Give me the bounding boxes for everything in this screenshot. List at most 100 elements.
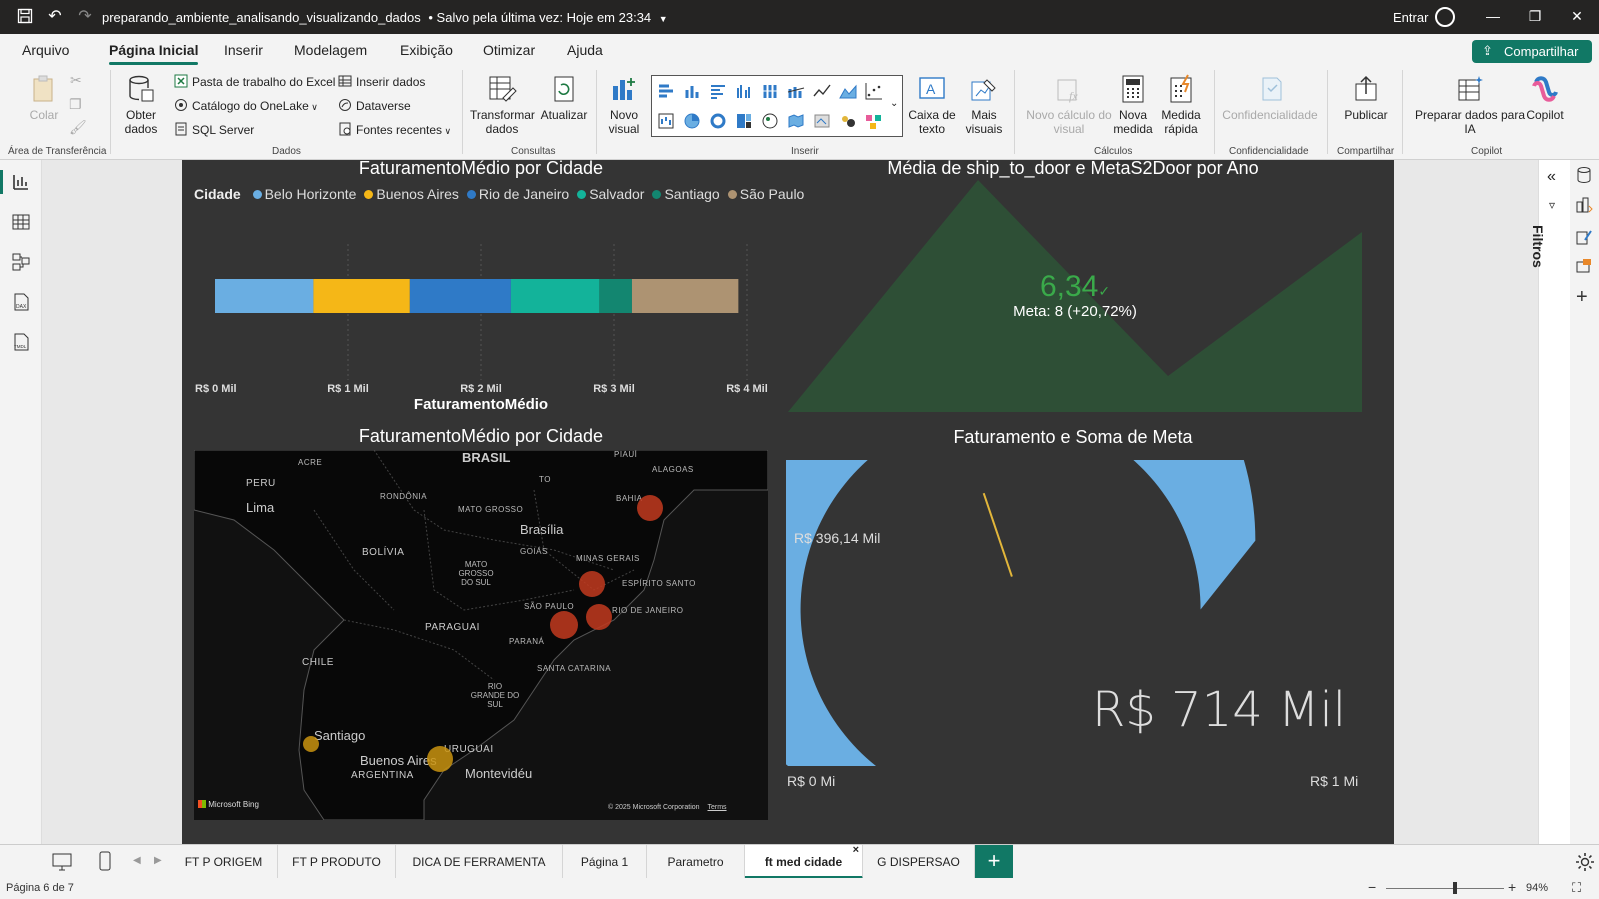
- new-visual-calc-button[interactable]: fx Novo cálculo do visual: [1024, 74, 1114, 136]
- more-visuals-button[interactable]: Mais visuais: [960, 74, 1008, 136]
- legend-item[interactable]: Belo Horizonte: [252, 186, 356, 202]
- onelake-catalog-button[interactable]: Catálogo do OneLake ∨: [174, 98, 318, 113]
- chevron-down-icon[interactable]: ▼: [659, 14, 668, 24]
- map-bubble[interactable]: [427, 746, 453, 772]
- signin-link[interactable]: Entrar: [1393, 10, 1428, 25]
- waterfall-chart-icon[interactable]: [657, 112, 675, 130]
- redo-icon[interactable]: ↷: [76, 8, 94, 26]
- new-visual-button[interactable]: Novo visual: [604, 74, 644, 136]
- add-page-button[interactable]: +: [975, 845, 1013, 879]
- line-chart-icon[interactable]: [813, 82, 831, 100]
- text-box-button[interactable]: A Caixa de texto: [908, 74, 956, 136]
- tab-modelagem[interactable]: Modelagem: [294, 42, 367, 58]
- area-chart-icon[interactable]: [839, 82, 857, 100]
- table-view-icon[interactable]: [11, 212, 31, 232]
- filled-map-icon[interactable]: [787, 112, 805, 130]
- bar-segment[interactable]: [215, 279, 314, 313]
- quick-measure-button[interactable]: Medida rápida: [1158, 74, 1204, 136]
- donut-chart-icon[interactable]: [709, 112, 727, 130]
- clustered-column-chart-icon[interactable]: [735, 82, 753, 100]
- minimize-icon[interactable]: —: [1484, 8, 1502, 24]
- legend-item[interactable]: Buenos Aires: [364, 186, 459, 202]
- bar-chart[interactable]: R$ 0 Mil R$ 1 Mil R$ 2 Mil R$ 3 Mil R$ 4 Mil: [182, 220, 782, 420]
- get-data-button[interactable]: Obter dados: [118, 74, 164, 136]
- legend-item[interactable]: Santiago: [652, 186, 720, 202]
- share-button[interactable]: ⇪ Compartilhar ∨: [1472, 40, 1592, 73]
- avatar[interactable]: [1435, 7, 1455, 27]
- map-visual[interactable]: BRASIL PERU Lima ACRE RONDÔNIA MATO GROSSO BOL…: [194, 450, 768, 820]
- page-tab-active[interactable]: ft med cidade ×: [745, 844, 863, 879]
- paste-button[interactable]: Colar: [24, 74, 64, 122]
- filters-label[interactable]: Filtros: [1530, 225, 1546, 268]
- scroll-left-icon[interactable]: ◀: [133, 855, 141, 866]
- page-tab[interactable]: FT P ORIGEM: [170, 845, 278, 879]
- insert-data-button[interactable]: Inserir dados: [338, 74, 425, 89]
- mobile-layout-icon[interactable]: [98, 851, 112, 871]
- visualizations-pane-icon[interactable]: [1575, 196, 1593, 214]
- tab-arquivo[interactable]: Arquivo: [22, 42, 69, 58]
- bar-segment[interactable]: [599, 279, 632, 313]
- legend-item[interactable]: Rio de Janeiro: [466, 186, 569, 202]
- tmdl-view-icon[interactable]: TMDL: [11, 332, 31, 352]
- map-bubble[interactable]: [303, 736, 319, 752]
- excel-workbook-button[interactable]: Pasta de trabalho do Excel: [174, 74, 335, 89]
- page-tab[interactable]: FT P PRODUTO: [278, 845, 396, 879]
- settings-gear-icon[interactable]: [1575, 852, 1595, 872]
- map-bubble[interactable]: [550, 611, 578, 639]
- dax-query-view-icon[interactable]: DAX: [11, 292, 31, 312]
- azure-map-icon[interactable]: [813, 112, 831, 130]
- ribbon-chart-icon[interactable]: [787, 82, 805, 100]
- pie-chart-icon[interactable]: [683, 112, 701, 130]
- restore-icon[interactable]: ❐: [1526, 8, 1544, 25]
- new-measure-button[interactable]: Nova medida: [1112, 74, 1154, 136]
- recent-sources-button[interactable]: Fontes recentes ∨: [338, 122, 451, 137]
- close-page-icon[interactable]: ×: [853, 844, 859, 856]
- copy-icon[interactable]: ❐: [69, 96, 82, 113]
- desktop-layout-icon[interactable]: [52, 853, 72, 871]
- publish-button[interactable]: Publicar: [1338, 74, 1394, 122]
- clustered-bar-chart-icon[interactable]: [709, 82, 727, 100]
- tab-exibicao[interactable]: Exibição: [400, 42, 453, 58]
- tab-otimizar[interactable]: Otimizar: [483, 42, 535, 58]
- prepare-data-ai-button[interactable]: Preparar dados para IA: [1410, 74, 1530, 136]
- legend-item[interactable]: Salvador: [577, 186, 644, 202]
- gauge-chart[interactable]: [786, 460, 1366, 800]
- sql-server-button[interactable]: SQL Server: [174, 122, 254, 137]
- stacked-100-chart-icon[interactable]: [761, 82, 779, 100]
- treemap-icon[interactable]: [735, 112, 753, 130]
- model-view-icon[interactable]: [11, 252, 31, 272]
- bar-segment[interactable]: [313, 279, 410, 313]
- terms-link[interactable]: Terms: [708, 804, 727, 811]
- report-view-icon[interactable]: [11, 172, 31, 192]
- transform-data-button[interactable]: Transformar dados: [470, 74, 535, 136]
- bar-segment[interactable]: [510, 279, 600, 313]
- scroll-right-icon[interactable]: ▶: [154, 855, 162, 866]
- refresh-button[interactable]: Atualizar: [538, 74, 590, 122]
- page-tab[interactable]: Página 1: [563, 845, 647, 879]
- document-title[interactable]: preparando_ambiente_analisando_visualiza…: [102, 10, 668, 25]
- gallery-expand-icon[interactable]: ⌄: [890, 98, 898, 109]
- stacked-column-chart-icon[interactable]: [683, 82, 701, 100]
- shape-map-icon[interactable]: [839, 112, 857, 130]
- dataverse-button[interactable]: Dataverse: [338, 98, 411, 113]
- sensitivity-button[interactable]: Confidencialidade: [1222, 74, 1318, 122]
- zoom-out-icon[interactable]: −: [1368, 879, 1376, 895]
- scatter-chart-icon[interactable]: [865, 82, 883, 100]
- page-tab[interactable]: Parametro: [647, 845, 745, 879]
- decomposition-tree-icon[interactable]: [865, 112, 883, 130]
- stacked-bar-chart-icon[interactable]: [657, 82, 675, 100]
- map-icon[interactable]: [761, 112, 779, 130]
- map-bubble[interactable]: [637, 495, 663, 521]
- tab-inserir[interactable]: Inserir: [224, 42, 263, 58]
- page-tab[interactable]: DICA DE FERRAMENTA: [396, 845, 563, 879]
- bar-segment[interactable]: [409, 279, 511, 313]
- format-pane-icon[interactable]: [1575, 228, 1593, 246]
- format-painter-icon[interactable]: 🖌: [69, 119, 87, 136]
- fit-to-page-icon[interactable]: ⛶: [1572, 880, 1581, 896]
- collapse-pane-icon[interactable]: «: [1547, 168, 1556, 186]
- zoom-slider-thumb[interactable]: [1452, 882, 1457, 894]
- save-icon[interactable]: [16, 8, 34, 26]
- map-bubble[interactable]: [586, 604, 612, 630]
- page-tab[interactable]: G DISPERSAO: [863, 845, 975, 879]
- data-pane-icon[interactable]: [1575, 166, 1593, 184]
